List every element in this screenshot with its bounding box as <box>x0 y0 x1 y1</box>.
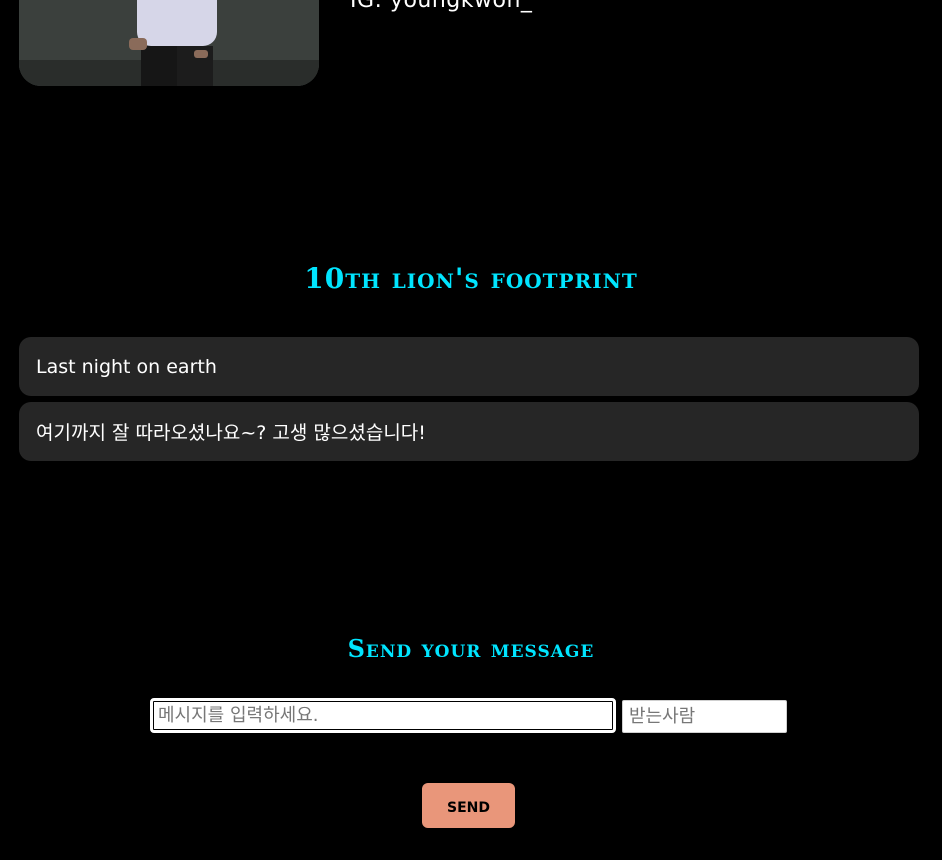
message-card: Last night on earth <box>19 337 919 396</box>
footprint-title: 10th lion's footprint <box>304 262 638 295</box>
message-card: 여기까지 잘 따라오셨나요~? 고생 많으셨습니다! <box>19 402 919 461</box>
recipient-input[interactable] <box>622 700 787 733</box>
send-button[interactable]: SEND <box>422 783 515 828</box>
person-photo-icon <box>19 0 319 86</box>
message-input[interactable] <box>150 698 616 733</box>
send-message-title: Send your message <box>347 634 595 663</box>
profile-photo <box>19 0 319 86</box>
profile-handle: IG: youngkwon_ <box>350 0 533 13</box>
